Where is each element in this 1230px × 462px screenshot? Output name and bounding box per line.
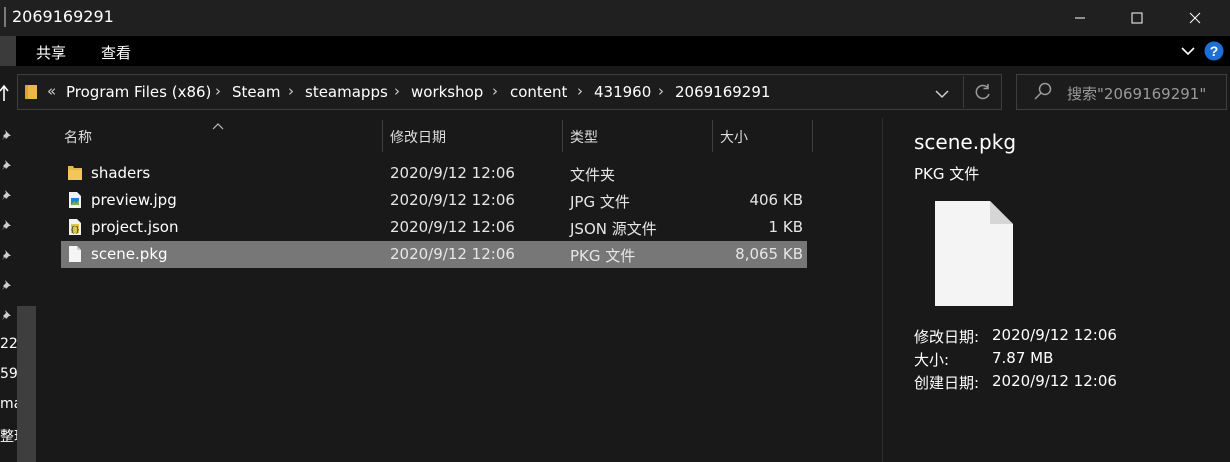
- tab-share[interactable]: 共享: [36, 42, 66, 63]
- file-name: scene.pkg: [91, 245, 168, 263]
- close-icon: [1189, 12, 1201, 24]
- maximize-icon: [1131, 12, 1143, 24]
- file-size: 1 KB: [768, 218, 803, 236]
- detail-value-modified: 2020/9/12 12:06: [992, 326, 1117, 344]
- file-type: JSON 源文件: [570, 220, 657, 238]
- sort-ascending-icon: [212, 116, 224, 134]
- chevron-down-icon: [935, 90, 949, 99]
- file-type: 文件夹: [570, 166, 616, 184]
- preview-filename: scene.pkg: [914, 130, 1017, 154]
- file-name: shaders: [91, 164, 151, 182]
- help-icon: ?: [1204, 41, 1224, 61]
- file-name: project.json: [91, 218, 179, 236]
- svg-text:?: ?: [1210, 43, 1219, 59]
- minimize-button[interactable]: [1057, 0, 1103, 36]
- chevron-down-icon: [1181, 47, 1195, 56]
- pin-icon[interactable]: [0, 128, 14, 142]
- title-separator: [4, 7, 6, 27]
- chevron-right-icon[interactable]: ›: [658, 82, 664, 100]
- chevron-right-icon[interactable]: ›: [492, 82, 498, 100]
- file-modified: 2020/9/12 12:06: [390, 191, 515, 209]
- file-modified: 2020/9/12 12:06: [390, 245, 515, 263]
- address-history-button[interactable]: [935, 86, 949, 104]
- ribbon-file-tab-stub[interactable]: [0, 36, 16, 66]
- preview-filetype: PKG 文件: [914, 165, 980, 183]
- preview-pane-divider[interactable]: [882, 118, 883, 462]
- file-modified: 2020/9/12 12:06: [390, 218, 515, 236]
- pin-icon[interactable]: [0, 308, 14, 322]
- chevron-right-icon[interactable]: ›: [577, 82, 583, 100]
- file-row[interactable]: {} project.json 2020/9/12 12:06 JSON 源文件…: [61, 214, 807, 241]
- image-file-icon: [68, 191, 82, 213]
- column-divider[interactable]: [562, 120, 563, 152]
- breadcrumb-item[interactable]: Program Files (x86): [66, 83, 211, 101]
- search-input[interactable]: 搜索"2069169291": [1067, 83, 1206, 104]
- expand-ribbon-button[interactable]: [1181, 44, 1195, 62]
- column-divider[interactable]: [382, 120, 383, 152]
- pin-icon[interactable]: [0, 218, 14, 232]
- column-divider[interactable]: [812, 120, 813, 152]
- breadcrumb-item[interactable]: content: [510, 83, 567, 101]
- file-size: 8,065 KB: [735, 245, 803, 263]
- column-header-size[interactable]: 大小: [720, 127, 748, 147]
- minimize-icon: [1075, 17, 1085, 19]
- search-icon: [1034, 82, 1052, 104]
- breadcrumb-item[interactable]: 431960: [594, 83, 651, 101]
- chevron-right-icon[interactable]: ›: [394, 82, 400, 100]
- up-button[interactable]: [0, 84, 10, 106]
- arrow-up-icon: [0, 84, 9, 101]
- svg-text:{}: {}: [70, 226, 80, 235]
- tab-view[interactable]: 查看: [101, 42, 131, 63]
- breadcrumb-item[interactable]: Steam: [232, 83, 280, 101]
- detail-value-created: 2020/9/12 12:06: [992, 372, 1117, 390]
- nav-item[interactable]: ma: [0, 396, 17, 412]
- refresh-button[interactable]: [974, 83, 992, 105]
- generic-file-icon: [68, 245, 82, 267]
- folder-icon: [24, 82, 38, 104]
- file-row[interactable]: preview.jpg 2020/9/12 12:06 JPG 文件 406 K…: [61, 187, 807, 214]
- pin-icon[interactable]: [0, 278, 14, 292]
- chevron-right-icon[interactable]: ›: [288, 82, 294, 100]
- breadcrumb-item-current[interactable]: 2069169291: [675, 83, 770, 101]
- nav-item[interactable]: 227: [0, 336, 17, 352]
- column-header-type[interactable]: 类型: [570, 127, 598, 147]
- file-modified: 2020/9/12 12:06: [390, 164, 515, 182]
- detail-label-created: 创建日期:: [914, 374, 980, 392]
- ribbon-bar: [0, 36, 1230, 66]
- file-row[interactable]: shaders 2020/9/12 12:06 文件夹: [61, 160, 807, 187]
- nav-item[interactable]: 整理: [0, 426, 17, 446]
- breadcrumb-overflow[interactable]: «: [47, 82, 56, 100]
- refresh-icon: [975, 84, 990, 100]
- close-button[interactable]: [1172, 0, 1218, 36]
- large-file-icon: [934, 200, 1014, 311]
- pin-icon[interactable]: [0, 188, 14, 202]
- nav-item[interactable]: 592: [0, 366, 17, 382]
- address-divider: [963, 76, 964, 108]
- maximize-button[interactable]: [1114, 0, 1160, 36]
- detail-value-size: 7.87 MB: [992, 349, 1054, 367]
- column-divider[interactable]: [712, 120, 713, 152]
- chevron-right-icon[interactable]: ›: [215, 82, 221, 100]
- column-header-modified[interactable]: 修改日期: [390, 127, 446, 147]
- detail-label-modified: 修改日期:: [914, 328, 980, 346]
- file-size: 406 KB: [749, 191, 803, 209]
- folder-icon: [67, 164, 83, 185]
- detail-label-size: 大小:: [914, 351, 950, 369]
- navigation-scrollbar[interactable]: [17, 306, 36, 462]
- title-bar: [0, 0, 1230, 36]
- file-name: preview.jpg: [91, 191, 177, 209]
- pin-icon[interactable]: [0, 248, 14, 262]
- breadcrumb-item[interactable]: workshop: [411, 83, 483, 101]
- column-header-name[interactable]: 名称: [64, 127, 92, 147]
- breadcrumb-item[interactable]: steamapps: [305, 83, 388, 101]
- window-title: 2069169291: [12, 7, 114, 26]
- file-type: PKG 文件: [570, 247, 636, 265]
- json-file-icon: {}: [68, 218, 82, 240]
- help-button[interactable]: ?: [1204, 41, 1224, 65]
- file-type: JPG 文件: [570, 193, 630, 211]
- pin-icon[interactable]: [0, 158, 14, 172]
- file-row-selected[interactable]: scene.pkg 2020/9/12 12:06 PKG 文件 8,065 K…: [61, 241, 807, 268]
